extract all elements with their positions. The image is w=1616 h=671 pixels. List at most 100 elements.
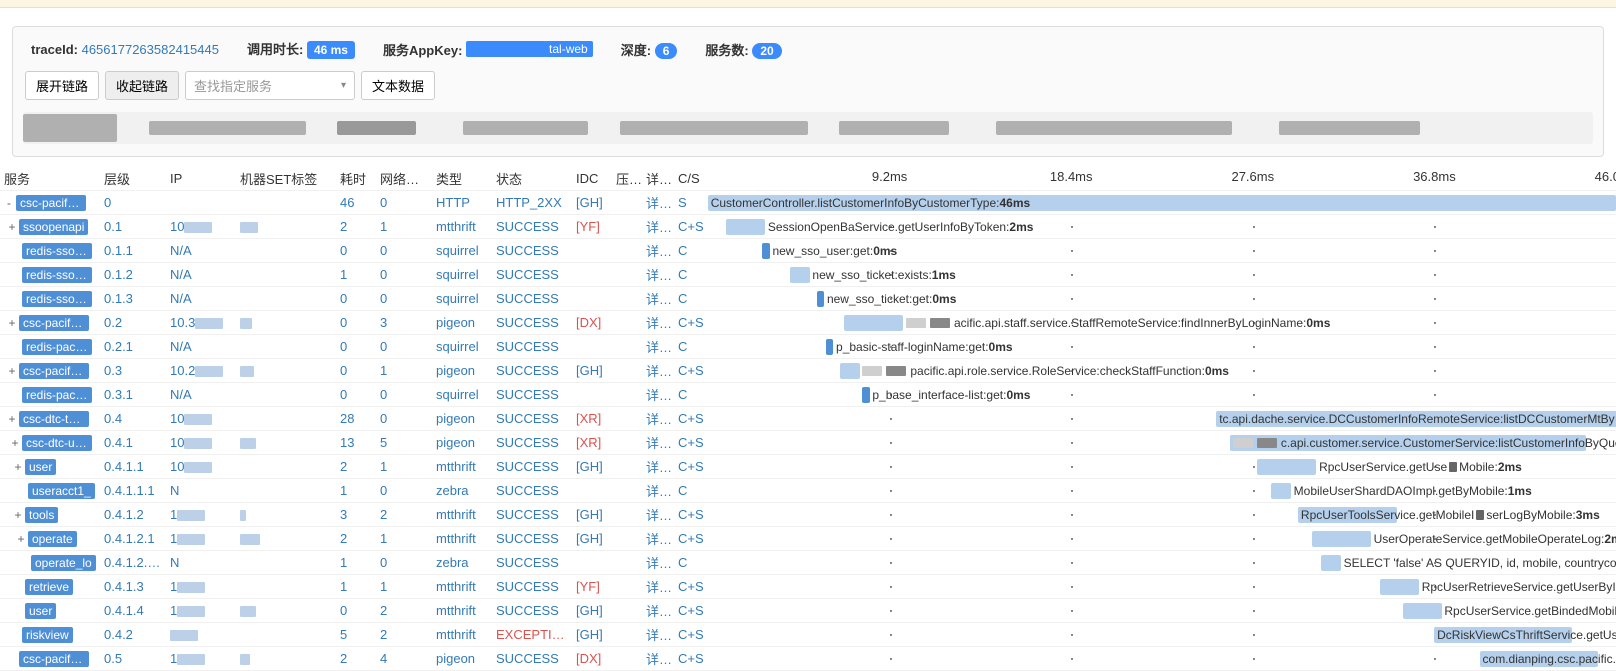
span-bar[interactable] — [1312, 531, 1371, 547]
level-cell[interactable]: 0.1.3 — [100, 287, 166, 311]
level-cell[interactable]: 0.2 — [100, 311, 166, 335]
service-pill[interactable]: csc-dtc-unifie — [22, 435, 92, 451]
detail-link[interactable]: 详情 — [642, 647, 674, 671]
service-filter-select[interactable]: 查找指定服务 ▾ — [185, 71, 355, 100]
span-bar[interactable] — [844, 315, 903, 331]
service-pill[interactable]: redis-sso_pro — [22, 267, 92, 283]
ip-cell[interactable]: N/A — [166, 335, 236, 359]
service-pill[interactable]: redis-sso_pro — [22, 243, 92, 259]
level-cell[interactable]: 0.3 — [100, 359, 166, 383]
detail-link[interactable]: 详情 — [642, 623, 674, 647]
ip-cell[interactable]: 1 — [166, 503, 236, 527]
detail-link[interactable]: 详情 — [642, 431, 674, 455]
ip-cell[interactable]: 10 — [166, 407, 236, 431]
detail-link[interactable]: 详情 — [642, 359, 674, 383]
detail-link[interactable]: 详情 — [642, 455, 674, 479]
span-bar[interactable] — [1403, 603, 1442, 619]
service-pill[interactable]: riskview — [22, 627, 73, 643]
detail-link[interactable]: 详情 — [642, 191, 674, 215]
expand-toggle[interactable]: + — [16, 532, 26, 546]
ip-cell[interactable]: 10 — [166, 431, 236, 455]
service-pill[interactable]: retrieve — [25, 579, 73, 595]
expand-toggle[interactable]: + — [13, 460, 23, 474]
ip-cell[interactable]: 1 — [166, 527, 236, 551]
detail-link[interactable]: 详情 — [642, 575, 674, 599]
span-bar[interactable] — [840, 363, 860, 379]
level-cell[interactable]: 0.5 — [100, 647, 166, 671]
ip-cell[interactable]: 1 — [166, 599, 236, 623]
ip-cell[interactable]: N/A — [166, 287, 236, 311]
span-bar[interactable] — [826, 339, 833, 355]
ip-cell[interactable]: 1 — [166, 647, 236, 671]
span-bar[interactable] — [762, 243, 769, 259]
ip-cell[interactable]: 10 — [166, 215, 236, 239]
detail-link[interactable]: 详情 — [642, 311, 674, 335]
span-bar[interactable] — [1321, 555, 1341, 571]
ip-cell[interactable]: N/A — [166, 263, 236, 287]
level-cell[interactable]: 0 — [100, 191, 166, 215]
detail-link[interactable]: 详情 — [642, 407, 674, 431]
service-pill[interactable]: csc-dtc-taxi-a — [19, 411, 89, 427]
service-pill[interactable]: user — [25, 603, 56, 619]
level-cell[interactable]: 0.4.1.1 — [100, 455, 166, 479]
service-pill[interactable]: redis-pacific — [22, 387, 92, 403]
ip-cell[interactable]: 10 — [166, 455, 236, 479]
expand-toggle[interactable]: + — [7, 364, 17, 378]
level-cell[interactable]: 0.4.2 — [100, 623, 166, 647]
detail-link[interactable]: 详情 — [642, 215, 674, 239]
level-cell[interactable]: 0.4.1.4 — [100, 599, 166, 623]
service-pill[interactable]: ssoopenapi — [19, 219, 88, 235]
level-cell[interactable]: 0.4.1.2.1 — [100, 527, 166, 551]
expand-toggle[interactable]: - — [4, 196, 14, 210]
detail-link[interactable]: 详情 — [642, 263, 674, 287]
detail-link[interactable]: 详情 — [642, 503, 674, 527]
expand-toggle[interactable]: + — [13, 508, 23, 522]
service-pill[interactable]: csc-pacific-po — [16, 195, 86, 211]
detail-link[interactable]: 详情 — [642, 239, 674, 263]
detail-link[interactable]: 详情 — [642, 287, 674, 311]
level-cell[interactable]: 0.4.1.2.1.1 — [100, 551, 166, 575]
level-cell[interactable]: 0.4.1.3 — [100, 575, 166, 599]
detail-link[interactable]: 详情 — [642, 335, 674, 359]
level-cell[interactable]: 0.1 — [100, 215, 166, 239]
service-pill[interactable]: csc-pacific-se — [19, 363, 89, 379]
level-cell[interactable]: 0.3.1 — [100, 383, 166, 407]
span-bar[interactable] — [1271, 483, 1291, 499]
ip-cell[interactable]: 1 — [166, 575, 236, 599]
text-data-button[interactable]: 文本数据 — [361, 71, 435, 100]
level-cell[interactable]: 0.2.1 — [100, 335, 166, 359]
span-bar[interactable] — [726, 219, 765, 235]
expand-toggle[interactable]: + — [7, 316, 17, 330]
expand-toggle[interactable]: + — [7, 412, 17, 426]
ip-cell[interactable]: N/A — [166, 383, 236, 407]
span-bar[interactable] — [817, 291, 824, 307]
detail-link[interactable]: 详情 — [642, 479, 674, 503]
service-pill[interactable]: tools — [25, 507, 58, 523]
service-pill[interactable]: redis-sso_pro — [22, 291, 92, 307]
trace-id-value[interactable]: 4656177263582415445 — [82, 42, 219, 57]
level-cell[interactable]: 0.4 — [100, 407, 166, 431]
ip-cell[interactable]: N — [166, 551, 236, 575]
span-bar[interactable] — [862, 387, 869, 403]
level-cell[interactable]: 0.4.1.1.1 — [100, 479, 166, 503]
detail-link[interactable]: 详情 — [642, 527, 674, 551]
detail-link[interactable]: 详情 — [642, 383, 674, 407]
service-pill[interactable]: operate — [28, 531, 77, 547]
service-pill[interactable]: useracct1_ — [28, 483, 95, 499]
level-cell[interactable]: 0.4.1.2 — [100, 503, 166, 527]
expand-toggle[interactable]: + — [7, 220, 17, 234]
ip-cell[interactable] — [166, 623, 236, 647]
service-pill[interactable]: csc-pacific-se — [19, 315, 89, 331]
ip-cell[interactable]: N — [166, 479, 236, 503]
service-pill[interactable]: csc-pacific-se — [19, 651, 89, 667]
service-pill[interactable]: redis-pacific — [22, 339, 92, 355]
service-pill[interactable]: operate_lo — [31, 555, 96, 571]
level-cell[interactable]: 0.1.2 — [100, 263, 166, 287]
expand-toggle[interactable]: + — [10, 436, 20, 450]
level-cell[interactable]: 0.1.1 — [100, 239, 166, 263]
detail-link[interactable]: 详情 — [642, 551, 674, 575]
service-pill[interactable]: user — [25, 459, 56, 475]
expand-tree-button[interactable]: 展开链路 — [25, 71, 99, 100]
ip-cell[interactable]: N/A — [166, 239, 236, 263]
ip-cell[interactable]: 10.3 — [166, 311, 236, 335]
